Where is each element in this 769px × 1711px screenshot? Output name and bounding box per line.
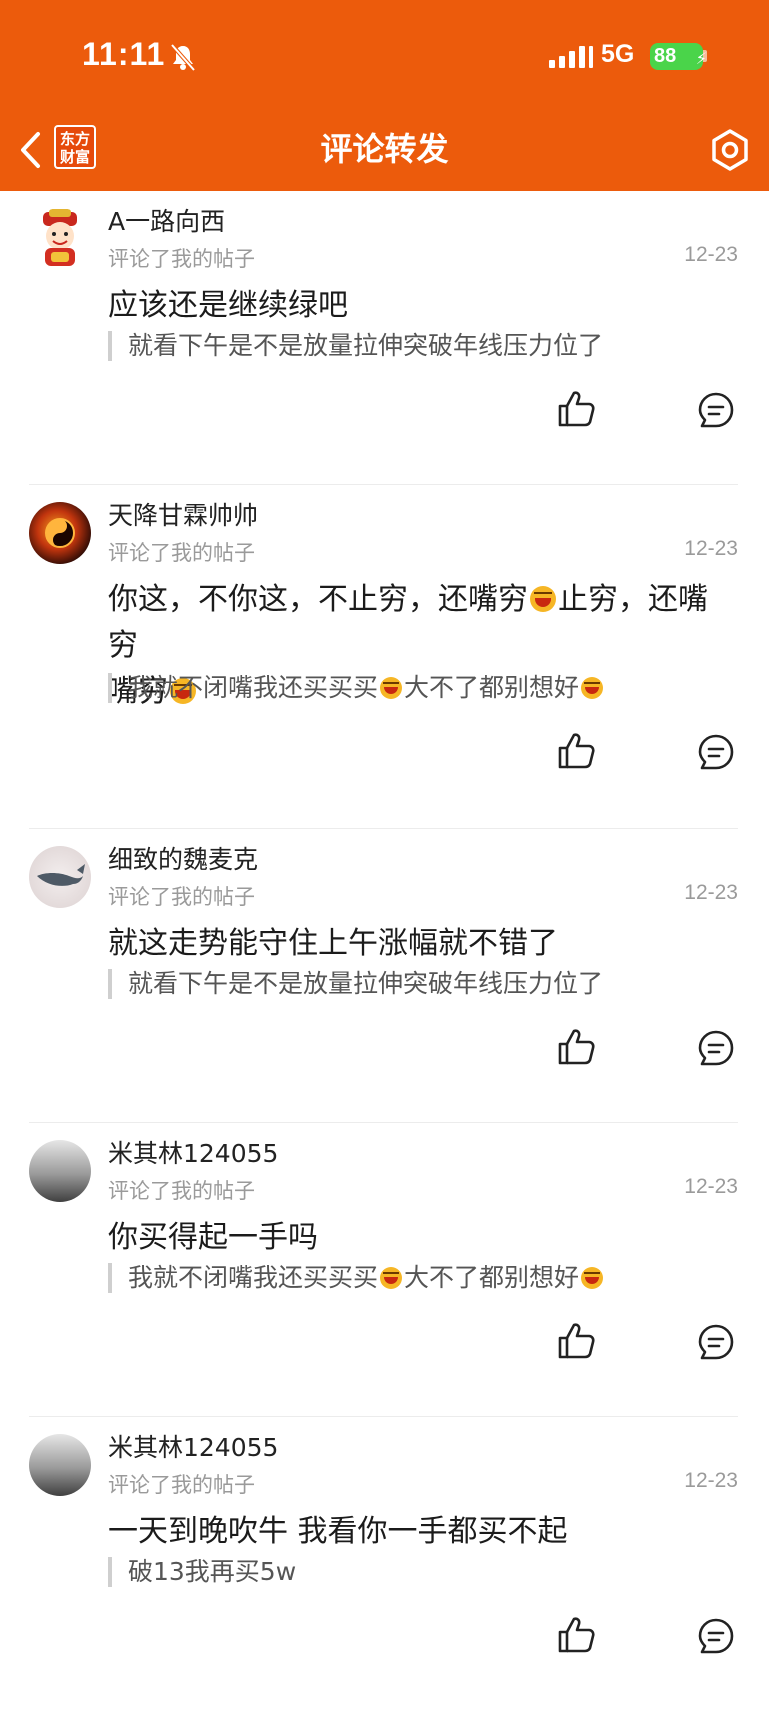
page-title: 评论转发 — [320, 130, 449, 168]
quote-segment: 大不了都别想好 — [404, 1263, 580, 1292]
comment-text[interactable]: 一天到晚吹牛 我看你一手都买不起 — [108, 1509, 728, 1555]
battery-indicator: 88 ⚡ — [650, 43, 707, 70]
comment-bubble-icon[interactable] — [697, 1029, 735, 1067]
avatar-image — [37, 864, 85, 886]
laughing-emoji-icon — [380, 1267, 403, 1289]
comment-feed: A一路向西 评论了我的帖子 12-23 应该还是继续绿吧 就看下午是不是放量拉伸… — [0, 191, 769, 1711]
list-item[interactable]: 米其林124055 评论了我的帖子 12-23 一天到晚吹牛 我看你一手都买不起… — [0, 1417, 769, 1711]
avatar-image — [43, 209, 77, 266]
quoted-post[interactable]: 我就不闭嘴我还买买买 大不了都别想好 — [108, 1263, 605, 1293]
gear-icon[interactable] — [708, 128, 752, 172]
username[interactable]: 米其林124055 — [108, 1428, 278, 1464]
username[interactable]: 米其林124055 — [108, 1134, 278, 1170]
quote-segment: 我就不闭嘴我还买买买 — [128, 1263, 379, 1292]
comment-bubble-icon[interactable] — [697, 391, 735, 429]
quoted-post[interactable]: 就看下午是不是放量拉伸突破年线压力位了 — [108, 331, 603, 361]
comment-text[interactable]: 就这走势能守住上午涨幅就不错了 — [108, 921, 728, 967]
comment-segment: 应该还是继续绿吧 — [108, 288, 348, 323]
avatar[interactable] — [29, 208, 91, 270]
signal-icon — [549, 46, 593, 68]
username[interactable]: A一路向西 — [108, 202, 225, 238]
battery-cap — [703, 50, 707, 62]
action-text: 评论了我的帖子 — [108, 1179, 255, 1203]
thumbs-up-icon[interactable] — [556, 1027, 596, 1067]
comment-bubble-icon[interactable] — [697, 1323, 735, 1361]
comment-bubble-icon[interactable] — [697, 1617, 735, 1655]
date: 12-23 — [684, 537, 738, 560]
thumbs-up-icon[interactable] — [556, 389, 596, 429]
laughing-emoji-icon — [581, 1267, 604, 1289]
avatar[interactable] — [29, 1434, 91, 1496]
quote-segment: 大不了都别想好 — [404, 673, 580, 702]
quoted-post[interactable]: 就看下午是不是放量拉伸突破年线压力位了 — [108, 969, 603, 999]
comment-segment: 你买得起一手吗 — [108, 1220, 318, 1255]
quote-segment: 破13我再买5w — [128, 1557, 297, 1586]
laughing-emoji-icon — [581, 677, 604, 699]
laughing-emoji-icon — [380, 677, 403, 699]
bell-muted-icon — [170, 43, 196, 72]
action-text: 评论了我的帖子 — [108, 247, 255, 271]
quote-segment: 就看下午是不是放量拉伸突破年线压力位了 — [128, 969, 604, 998]
avatar-image — [45, 518, 75, 548]
list-item[interactable]: 米其林124055 评论了我的帖子 12-23 你买得起一手吗 我就不闭嘴我还买… — [0, 1123, 769, 1417]
thumbs-up-icon[interactable] — [556, 731, 596, 771]
date: 12-23 — [684, 1469, 738, 1492]
status-time: 11:11 — [82, 36, 166, 72]
network-label: 5G — [601, 40, 635, 68]
quoted-post[interactable]: 破13我再买5w — [108, 1557, 296, 1587]
avatar[interactable] — [29, 1140, 91, 1202]
date: 12-23 — [684, 1175, 738, 1198]
thumbs-up-icon[interactable] — [556, 1615, 596, 1655]
action-text: 评论了我的帖子 — [108, 885, 255, 909]
comment-bubble-icon[interactable] — [697, 733, 735, 771]
comment-segment: 一天到晚吹牛 我看你一手都买不起 — [108, 1514, 568, 1549]
date: 12-23 — [684, 243, 738, 266]
list-item[interactable]: 细致的魏麦克 评论了我的帖子 12-23 就这走势能守住上午涨幅就不错了 就看下… — [0, 829, 769, 1123]
comment-segment: 就这走势能守住上午涨幅就不错了 — [108, 926, 558, 961]
avatar[interactable] — [29, 846, 91, 908]
username[interactable]: 细致的魏麦克 — [108, 840, 258, 876]
date: 12-23 — [684, 881, 738, 904]
battery-level: 88 — [654, 45, 677, 67]
quoted-post[interactable]: 我就不闭嘴我还买买买 大不了都别想好 — [108, 673, 605, 703]
action-text: 评论了我的帖子 — [108, 541, 255, 565]
avatar[interactable] — [29, 502, 91, 564]
comment-text[interactable]: 应该还是继续绿吧 — [108, 283, 728, 329]
quote-segment: 就看下午是不是放量拉伸突破年线压力位了 — [128, 331, 604, 360]
comment-segment: 你这，不你这，不止穷，还嘴穷 — [108, 582, 528, 617]
quote-segment: 我就不闭嘴我还买买买 — [128, 673, 379, 702]
list-item[interactable]: 天降甘霖帅帅 评论了我的帖子 12-23 你这，不你这，不止穷，还嘴穷 止穷，还嘴… — [0, 485, 769, 829]
comment-text[interactable]: 你买得起一手吗 — [108, 1215, 728, 1261]
app-header: 11:11 5G 88 ⚡ 东方 财富 评论转发 — [0, 0, 769, 191]
action-text: 评论了我的帖子 — [108, 1473, 255, 1497]
thumbs-up-icon[interactable] — [556, 1321, 596, 1361]
username[interactable]: 天降甘霖帅帅 — [108, 496, 258, 532]
laughing-emoji-icon — [530, 586, 556, 612]
list-item[interactable]: A一路向西 评论了我的帖子 12-23 应该还是继续绿吧 就看下午是不是放量拉伸… — [0, 191, 769, 485]
